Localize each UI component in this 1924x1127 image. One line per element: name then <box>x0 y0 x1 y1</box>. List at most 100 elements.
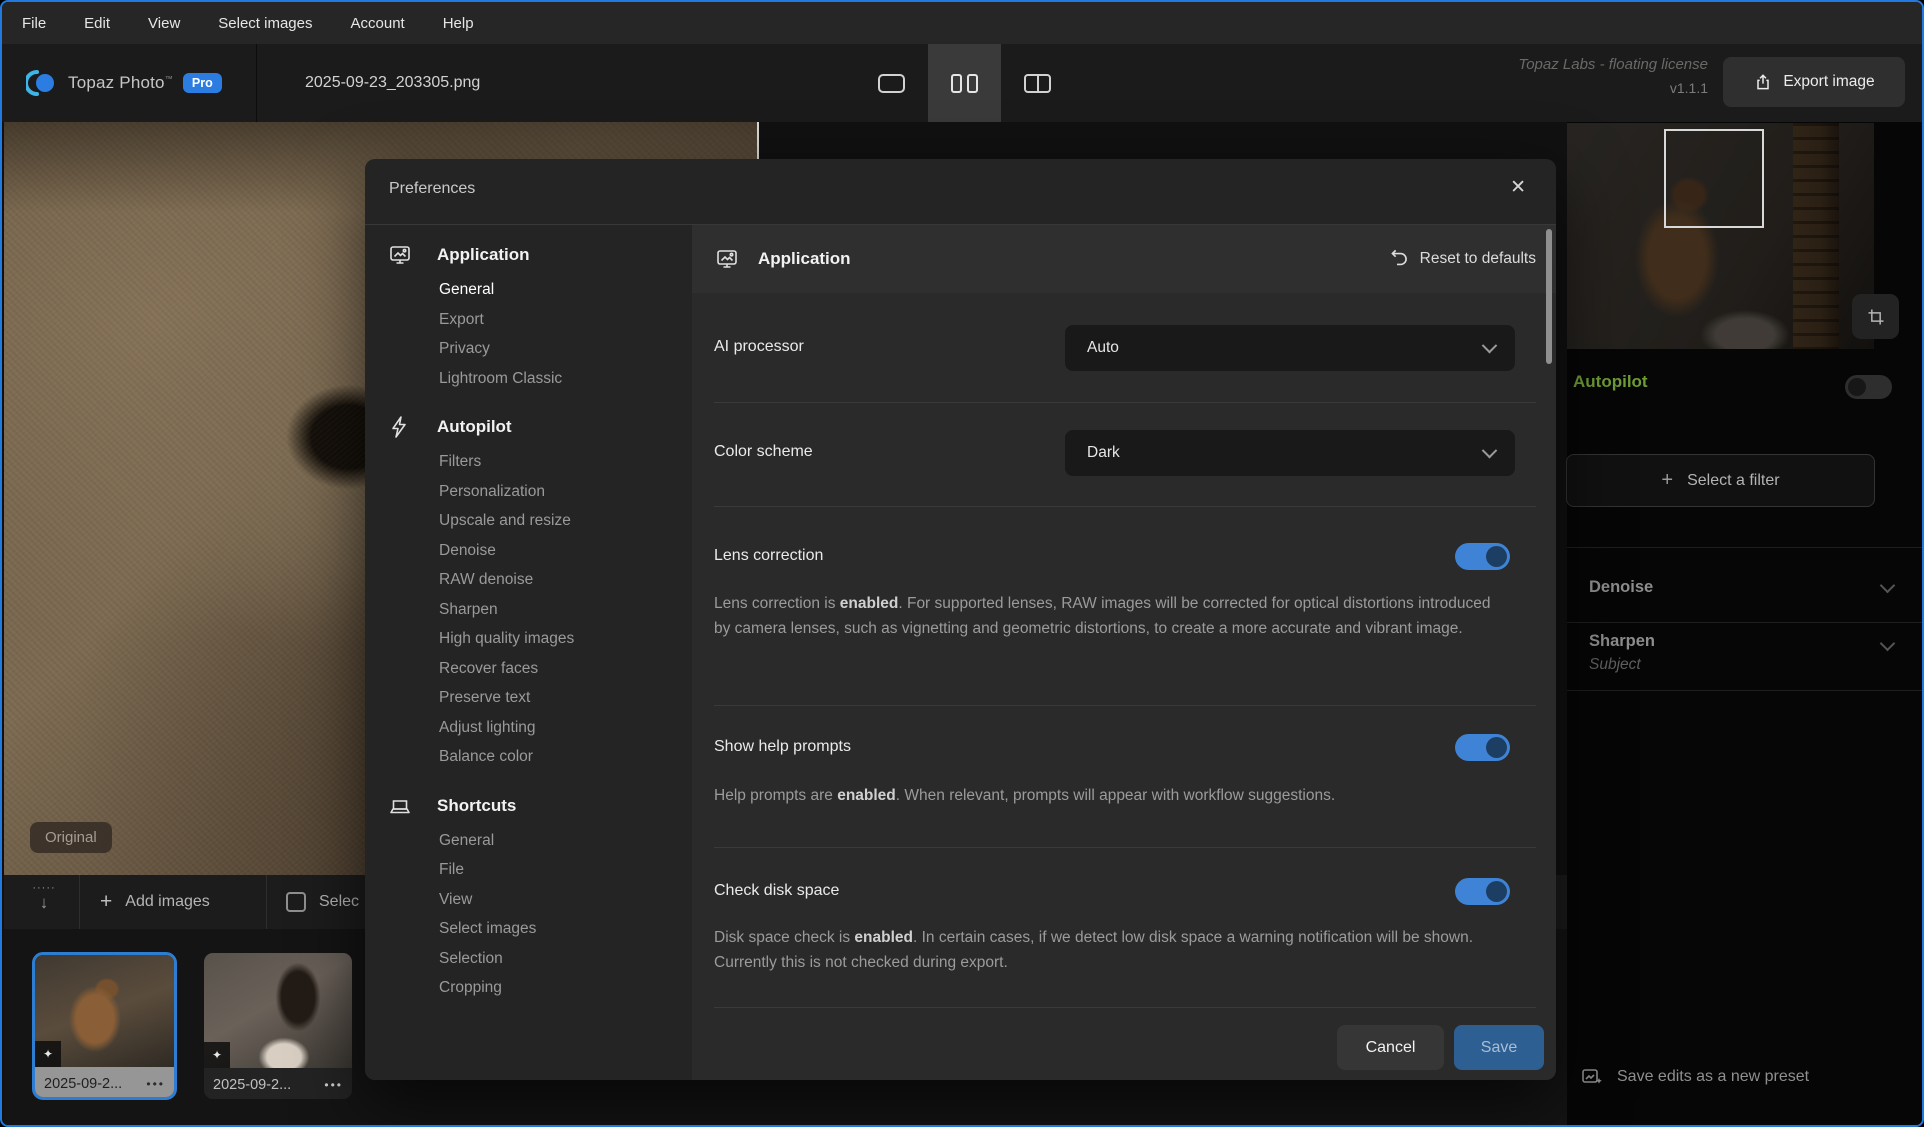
sidebar-item-preserve-text[interactable]: Preserve text <box>439 683 692 713</box>
menu-select-images[interactable]: Select images <box>218 15 312 32</box>
processed-image-view[interactable] <box>760 122 1567 159</box>
select-filter-button[interactable]: + Select a filter <box>1566 454 1875 507</box>
preferences-sidebar: Application General Export Privacy Light… <box>365 225 692 1080</box>
sidebar-item-shortcuts-selection[interactable]: Selection <box>439 944 692 974</box>
sidebar-item-shortcuts-select[interactable]: Select images <box>439 914 692 944</box>
menu-edit[interactable]: Edit <box>84 15 110 32</box>
menu-view[interactable]: View <box>148 15 180 32</box>
save-preset-button[interactable]: Save edits as a new preset <box>1580 1065 1809 1089</box>
single-view-icon <box>878 74 905 93</box>
disk-space-toggle[interactable] <box>1455 878 1510 905</box>
sidebar-item-balance-color[interactable]: Balance color <box>439 742 692 772</box>
thumbnail-filename: 2025-09-2... <box>213 1077 291 1093</box>
menu-file[interactable]: File <box>22 15 46 32</box>
sidebar-item-sharpen[interactable]: Sharpen <box>439 595 692 625</box>
help-prompts-label: Show help prompts <box>714 738 851 756</box>
lens-correction-label: Lens correction <box>714 547 823 565</box>
section-label: Shortcuts <box>437 796 516 816</box>
row-separator <box>714 1007 1536 1008</box>
sidebar-item-raw-denoise[interactable]: RAW denoise <box>439 565 692 595</box>
menu-account[interactable]: Account <box>351 15 405 32</box>
split-view-button[interactable] <box>1001 44 1074 122</box>
lens-correction-toggle[interactable] <box>1455 543 1510 570</box>
split-view-icon <box>1024 74 1051 93</box>
ai-processed-icon: ✦ <box>35 1041 61 1067</box>
panel-separator <box>1567 547 1924 548</box>
dialog-scrollbar[interactable] <box>1546 229 1552 364</box>
sidebar-item-high-quality[interactable]: High quality images <box>439 624 692 654</box>
side-by-side-view-icon <box>951 74 978 93</box>
help-prompts-description: Help prompts are enabled. When relevant,… <box>714 783 1506 808</box>
single-view-button[interactable] <box>855 44 928 122</box>
toolbar-divider <box>266 875 267 929</box>
autopilot-toggle[interactable] <box>1845 375 1892 399</box>
license-text: Topaz Labs - floating license <box>1518 56 1708 73</box>
thumbnail[interactable]: ✦ 2025-09-2... ••• <box>204 953 352 1099</box>
select-label: Selec <box>319 893 359 911</box>
thumbnail-menu-button[interactable]: ••• <box>324 1078 343 1092</box>
sidebar-item-personalization[interactable]: Personalization <box>439 477 692 507</box>
side-by-side-view-button[interactable] <box>928 44 1001 122</box>
ai-processor-value: Auto <box>1087 339 1119 357</box>
brand: Topaz Photo™ Pro <box>26 44 222 122</box>
dialog-title: Preferences <box>389 180 475 198</box>
sidebar-item-shortcuts-general[interactable]: General <box>439 826 692 856</box>
row-separator <box>714 847 1536 848</box>
sidebar-item-privacy[interactable]: Privacy <box>439 334 692 364</box>
thumbnail-selected[interactable]: ✦ 2025-09-2... ••• <box>32 952 177 1100</box>
help-prompts-toggle[interactable] <box>1455 734 1510 761</box>
sidebar-item-recover-faces[interactable]: Recover faces <box>439 654 692 684</box>
sidebar-item-filters[interactable]: Filters <box>439 447 692 477</box>
pro-badge: Pro <box>183 73 222 93</box>
section-label: Autopilot <box>437 417 512 437</box>
sidebar-section-shortcuts[interactable]: Shortcuts <box>387 792 692 820</box>
menu-bar: File Edit View Select images Account Hel… <box>2 2 1922 44</box>
license-info: Topaz Labs - floating license v1.1.1 <box>1518 56 1708 96</box>
chevron-down-icon[interactable] <box>1880 578 1896 594</box>
cancel-button[interactable]: Cancel <box>1337 1025 1444 1070</box>
sidebar-item-adjust-lighting[interactable]: Adjust lighting <box>439 713 692 743</box>
select-checkbox-group[interactable]: Selec <box>286 875 359 929</box>
color-scheme-dropdown[interactable]: Dark <box>1065 430 1515 476</box>
add-images-button[interactable]: + Add images <box>100 875 210 929</box>
reset-icon <box>1386 249 1408 269</box>
sidebar-item-lightroom[interactable]: Lightroom Classic <box>439 364 692 394</box>
save-preset-label: Save edits as a new preset <box>1617 1068 1809 1086</box>
sidebar-item-upscale[interactable]: Upscale and resize <box>439 506 692 536</box>
sidebar-item-denoise[interactable]: Denoise <box>439 536 692 566</box>
save-button[interactable]: Save <box>1454 1025 1544 1070</box>
plus-icon: + <box>1661 469 1673 492</box>
collapse-dots-icon: ····· <box>32 883 55 893</box>
export-image-button[interactable]: Export image <box>1723 57 1905 107</box>
plus-icon: + <box>100 890 112 914</box>
save-preset-icon <box>1580 1065 1604 1089</box>
ai-processor-dropdown[interactable]: Auto <box>1065 325 1515 371</box>
section-label: Application <box>437 245 530 265</box>
sidebar-item-shortcuts-cropping[interactable]: Cropping <box>439 973 692 1003</box>
disk-space-label: Check disk space <box>714 882 839 900</box>
zoom-region-rectangle[interactable] <box>1664 129 1764 228</box>
sidebar-section-application[interactable]: Application <box>387 241 692 269</box>
crop-button[interactable] <box>1852 294 1899 339</box>
chevron-down-icon <box>1482 337 1498 353</box>
section-title: Application <box>758 249 851 269</box>
chevron-down-icon[interactable] <box>1880 636 1896 652</box>
sidebar-item-general[interactable]: General <box>439 275 692 305</box>
menu-help[interactable]: Help <box>443 15 474 32</box>
preferences-main: Application Reset to defaults AI process… <box>692 225 1556 1080</box>
denoise-section[interactable]: Denoise <box>1589 578 1653 597</box>
sharpen-section[interactable]: Sharpen <box>1589 632 1655 651</box>
autopilot-label: Autopilot <box>1573 372 1648 392</box>
sidebar-item-export[interactable]: Export <box>439 305 692 335</box>
sidebar-item-shortcuts-view[interactable]: View <box>439 885 692 915</box>
thumbnail-menu-button[interactable]: ••• <box>146 1077 165 1091</box>
sharpen-subtitle: Subject <box>1589 656 1641 674</box>
select-checkbox[interactable] <box>286 892 306 912</box>
sidebar-item-shortcuts-file[interactable]: File <box>439 855 692 885</box>
version-text: v1.1.1 <box>1518 80 1708 96</box>
sidebar-section-autopilot[interactable]: Autopilot <box>387 413 692 441</box>
reset-defaults-button[interactable]: Reset to defaults <box>1386 249 1536 269</box>
collapse-filmstrip-button[interactable]: ····· ↓ <box>26 883 62 921</box>
navigator-preview[interactable] <box>1567 123 1874 349</box>
dialog-close-button[interactable]: ✕ <box>1510 176 1526 199</box>
